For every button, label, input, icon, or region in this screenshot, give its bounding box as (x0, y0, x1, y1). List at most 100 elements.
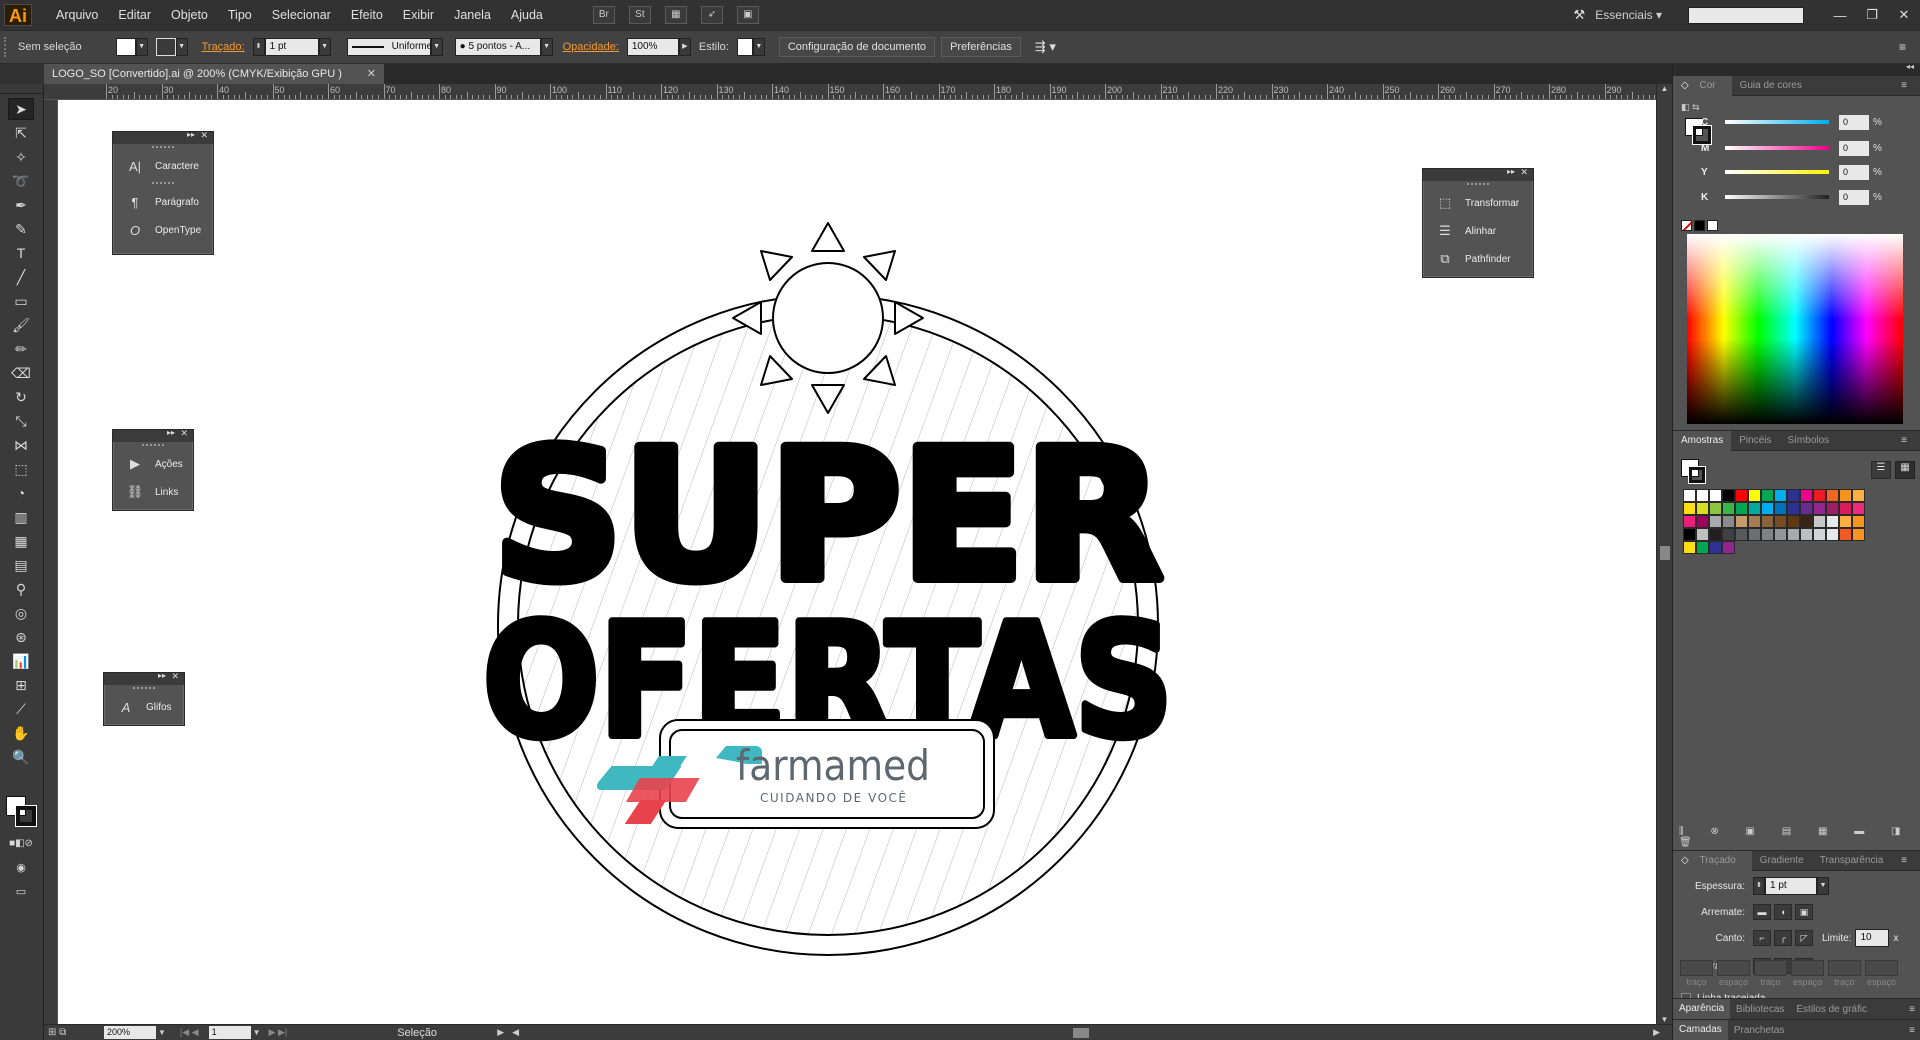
tab-gradiente[interactable]: Gradiente (1752, 851, 1812, 871)
dash-gap-input[interactable] (1865, 960, 1898, 976)
artboard-dropdown-icon[interactable]: ▼ (253, 1028, 261, 1037)
stroke-color-swatch[interactable] (15, 805, 37, 827)
tab-pinceis[interactable]: Pincéis (1731, 431, 1779, 451)
swatch-chip[interactable] (1800, 515, 1813, 528)
swatch-chip[interactable] (1735, 515, 1748, 528)
menu-objeto[interactable]: Objeto (161, 0, 218, 30)
weight-stepper[interactable]: ⬍ (1753, 877, 1765, 895)
zoom-tool-icon[interactable]: 🔍 (8, 746, 34, 768)
weight-field[interactable]: 1 pt (1765, 877, 1817, 895)
artboard-next-last-icon[interactable]: ▶ ▶| (269, 1027, 288, 1038)
zoom-field[interactable]: 200% (104, 1026, 156, 1039)
panel-opentype[interactable]: O OpenType (113, 216, 213, 244)
minimize-icon[interactable]: — (1824, 8, 1856, 23)
menu-selecionar[interactable]: Selecionar (262, 0, 341, 30)
swatch-chip[interactable] (1709, 502, 1722, 515)
gradient-tool-icon[interactable]: ▤ (8, 554, 34, 576)
eyedropper-tool-icon[interactable]: ⚲ (8, 578, 34, 600)
rectangle-tool-icon[interactable]: ▭ (8, 290, 34, 312)
black-chip[interactable] (1694, 220, 1705, 231)
dash-gap-input[interactable] (1754, 960, 1787, 976)
magic-wand-tool-icon[interactable]: ✧ (8, 146, 34, 168)
swatch-chip[interactable] (1683, 489, 1696, 502)
tab-tracado[interactable]: ◇ Traçado (1673, 850, 1752, 871)
swatch-chip[interactable] (1748, 489, 1761, 502)
close-panel-icon[interactable]: ✕ (171, 671, 179, 682)
panel-alinhar[interactable]: ☰ Alinhar (1423, 217, 1533, 245)
status-arrow-icon[interactable]: ▶ (497, 1027, 504, 1038)
pen-tool-icon[interactable]: ✒ (8, 194, 34, 216)
swatch-chip[interactable] (1748, 515, 1761, 528)
menu-editar[interactable]: Editar (108, 0, 161, 30)
swatch-chip[interactable] (1800, 528, 1813, 541)
swatch-chip[interactable] (1800, 489, 1813, 502)
k-slider-track[interactable] (1725, 195, 1829, 199)
horizontal-scroll-thumb[interactable] (1073, 1027, 1090, 1038)
stroke-weight-dropdown[interactable]: ▼ (318, 38, 331, 56)
rotate-tool-icon[interactable]: ↻ (8, 386, 34, 408)
k-value-field[interactable]: 0 (1839, 189, 1869, 205)
collapse-icon[interactable]: ▸▸ (1507, 167, 1515, 176)
dash-gap-input[interactable] (1791, 960, 1824, 976)
swatch-chip[interactable] (1761, 489, 1774, 502)
panel-caractere[interactable]: A| Caractere (113, 152, 213, 180)
tab-aparencia[interactable]: Aparência (1673, 999, 1731, 1019)
variable-width-profile[interactable]: Uniforme (346, 38, 432, 56)
stroke-dropdown[interactable]: ▼ (175, 38, 188, 56)
swatch-chip[interactable] (1787, 502, 1800, 515)
panel-pathfinder[interactable]: ⧉ Pathfinder (1423, 245, 1533, 273)
stroke-weight-field[interactable]: 1 pt (264, 38, 319, 56)
adobe-stock-search[interactable] (1688, 6, 1804, 24)
menu-ajuda[interactable]: Ajuda (501, 0, 553, 30)
stock-icon[interactable]: St (628, 6, 651, 24)
stroke-label-link[interactable]: Traçado: (202, 41, 245, 53)
artboard-canvas[interactable]: SUPER OFERTAS farmamed CUIDANDO DE VOCÊ … (58, 100, 1656, 1024)
none-swatch-icon[interactable] (1681, 220, 1692, 231)
swatch-chip[interactable] (1735, 489, 1748, 502)
swatch-chip[interactable] (1839, 502, 1852, 515)
swatch-chip[interactable] (1826, 515, 1839, 528)
miter-limit-field[interactable]: 10 (1855, 929, 1890, 947)
tab-guia-de-cores[interactable]: Guia de cores (1732, 76, 1810, 96)
dash-gap-field[interactable]: traço (1754, 960, 1787, 987)
swatch-chip[interactable] (1696, 489, 1709, 502)
swatch-chip[interactable] (1826, 489, 1839, 502)
color-mode-buttons-icon[interactable]: ■◧⊘ (8, 832, 34, 854)
slider-k[interactable]: K 0 % (1673, 187, 1882, 207)
workspace-switcher[interactable]: Essenciais ▾ (1595, 8, 1662, 22)
fill-swatch[interactable] (115, 38, 136, 56)
swatch-chip[interactable] (1735, 528, 1748, 541)
menu-efeito[interactable]: Efeito (341, 0, 393, 30)
workspace-switcher-icon[interactable]: ⚒ (1563, 7, 1595, 23)
hand-tool-icon[interactable]: ✋ (8, 722, 34, 744)
draw-mode-icon[interactable]: ◉ (8, 856, 34, 878)
close-panel-icon[interactable]: ✕ (180, 428, 188, 439)
collapse-icon[interactable]: ▸▸ (167, 428, 175, 437)
swatch-chip[interactable] (1852, 502, 1865, 515)
stroke-swatch[interactable] (155, 38, 176, 56)
line-tool-icon[interactable]: ╱ (8, 266, 34, 288)
symbol-sprayer-tool-icon[interactable]: ⊛ (8, 626, 34, 648)
dash-gap-field[interactable]: espaço (1791, 960, 1824, 987)
width-tool-icon[interactable]: ⋈ (8, 434, 34, 456)
c-slider-track[interactable] (1725, 120, 1829, 124)
swatch-chip[interactable] (1709, 489, 1722, 502)
swatch-chip[interactable] (1748, 528, 1761, 541)
panel-menu-icon[interactable]: ≡ (1893, 76, 1915, 96)
swatch-chip[interactable] (1839, 515, 1852, 528)
vertical-scrollbar[interactable]: ▲ ▼ (1656, 84, 1672, 1024)
perspective-grid-tool-icon[interactable]: ▥ (8, 506, 34, 528)
menu-exibir[interactable]: Exibir (393, 0, 444, 30)
tab-pranchetas[interactable]: Pranchetas (1728, 1025, 1791, 1036)
swatch-chip[interactable] (1774, 489, 1787, 502)
swatch-chip[interactable] (1709, 528, 1722, 541)
swatch-chip[interactable] (1683, 515, 1696, 528)
swatches-stroke-swatch[interactable] (1688, 466, 1706, 484)
y-slider-track[interactable] (1725, 170, 1829, 174)
swatch-chip[interactable] (1761, 528, 1774, 541)
search-input[interactable] (1689, 7, 1803, 23)
horizontal-scrollbar[interactable] (529, 1026, 1650, 1039)
restore-icon[interactable]: ❐ (1856, 7, 1888, 23)
artboard-first-prev-icon[interactable]: |◀ ◀ (180, 1027, 199, 1038)
swatch-chip[interactable] (1735, 502, 1748, 515)
